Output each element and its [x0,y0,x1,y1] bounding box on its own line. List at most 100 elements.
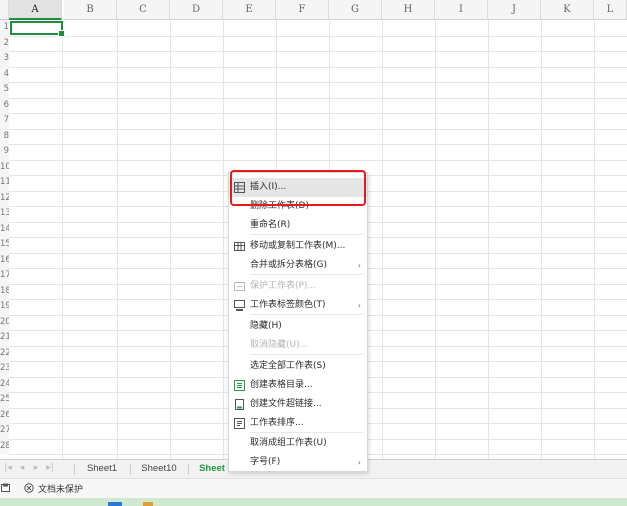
column-header-j[interactable]: J [488,0,541,20]
row-header-27[interactable]: 27 [0,423,9,439]
row-header-4[interactable]: 4 [0,66,9,82]
menu-separator [250,354,364,355]
last-sheet-arrow-icon[interactable]: ▸| [44,463,56,473]
row-header-14[interactable]: 14 [0,221,9,237]
menu-item-label: 创建文件超链接... [250,399,322,409]
taskbar-app-icon[interactable] [143,502,153,506]
column-header-e[interactable]: E [223,0,276,20]
next-sheet-arrow-icon[interactable]: ▸ [30,463,42,473]
row-header-5[interactable]: 5 [0,82,9,98]
row-header-25[interactable]: 25 [0,392,9,408]
tab-separator [130,464,131,475]
column-header-l[interactable]: L [594,0,627,20]
column-header-g[interactable]: G [329,0,382,20]
column-header-k[interactable]: K [541,0,594,20]
menu-item-font-size[interactable]: 字号(F) › [229,453,367,472]
menu-item-rename[interactable]: 重命名(R) [229,216,367,235]
row-header-7[interactable]: 7 [0,113,9,129]
row-header-23[interactable]: 23 [0,361,9,377]
row-gridline [9,66,627,68]
column-header-i[interactable]: I [435,0,488,20]
menu-item-tab-color[interactable]: 工作表标签颜色(T) › [229,296,367,315]
select-all-corner[interactable] [0,0,9,20]
menu-item-label: 取消隐藏(U)... [250,340,309,350]
menu-item-sort-sheets[interactable]: 工作表排序... [229,414,367,433]
row-header-11[interactable]: 11 [0,175,9,191]
active-cell-a1[interactable] [10,21,65,37]
taskbar-app-icon[interactable] [108,502,122,506]
column-gridline [62,20,63,459]
menu-item-label: 合并或拆分表格(G) [250,260,327,270]
document-protection-status[interactable]: 文档未保护 [38,482,83,495]
row-header-24[interactable]: 24 [0,376,9,392]
row-gridline [9,113,627,114]
row-header-2[interactable]: 2 [0,35,9,51]
taskbar-strip [0,498,627,506]
row-header-9[interactable]: 9 [0,144,9,160]
menu-item-label: 工作表标签颜色(T) [250,300,326,310]
row-header-28[interactable]: 28 [0,438,9,454]
menu-item-create-file-hyperlink[interactable]: 创建文件超链接... [229,395,367,414]
menu-item-label: 工作表排序... [250,418,304,428]
column-header-c[interactable]: C [117,0,170,20]
row-header-15[interactable]: 15 [0,237,9,253]
column-gridline [541,20,542,459]
sheet-sort-icon [234,418,245,429]
table-directory-icon [234,380,245,391]
column-gridline [488,20,489,459]
menu-item-unhide: 取消隐藏(U)... [229,336,367,355]
column-gridline [594,20,595,459]
sheet-tab-sheet1[interactable]: Sheet1 [78,460,126,478]
column-header-f[interactable]: F [276,0,329,20]
unprotected-doc-icon[interactable] [24,483,34,493]
row-header-26[interactable]: 26 [0,407,9,423]
row-header-17[interactable]: 17 [0,268,9,284]
save-status-icon[interactable] [1,483,10,493]
menu-separator [250,314,364,315]
row-header-10[interactable]: 10 [0,159,9,175]
row-gridline [9,82,627,83]
menu-separator [250,234,364,235]
menu-item-label: 重命名(R) [250,220,291,230]
column-header-b[interactable]: B [64,0,117,20]
menu-item-select-all-sheets[interactable]: 选定全部工作表(S) [229,357,367,376]
menu-item-create-table-directory[interactable]: 创建表格目录... [229,376,367,395]
row-gridline [9,51,627,52]
column-header-a[interactable]: A [9,0,62,20]
column-gridline [223,20,224,459]
column-gridline [117,20,118,459]
row-header-20[interactable]: 20 [0,314,9,330]
menu-item-ungroup-sheets[interactable]: 取消成组工作表(U) [229,434,367,453]
row-header-12[interactable]: 12 [0,190,9,206]
row-header-18[interactable]: 18 [0,283,9,299]
tab-color-icon [234,300,245,311]
column-header-d[interactable]: D [170,0,223,20]
first-sheet-arrow-icon[interactable]: |◂ [2,463,14,473]
menu-item-label: 创建表格目录... [250,380,313,390]
menu-item-hide[interactable]: 隐藏(H) [229,317,367,336]
row-gridline [9,97,627,99]
sheet-tab-context-menu: 插入(I)... 删除工作表(D) 重命名(R) 移动或复制工作表(M)... 合并或拆… [228,172,368,472]
row-header-19[interactable]: 19 [0,299,9,315]
sheet-tab-active[interactable]: Sheet [192,460,232,478]
row-header-8[interactable]: 8 [0,128,9,144]
protect-sheet-icon [234,281,245,292]
row-header-1[interactable]: 1 [0,20,9,36]
row-header-22[interactable]: 22 [0,345,9,361]
prev-sheet-arrow-icon[interactable]: ◂ [16,463,28,473]
menu-item-merge-split-table[interactable]: 合并或拆分表格(G) › [229,256,367,275]
submenu-arrow-icon: › [357,301,361,310]
row-header-13[interactable]: 13 [0,206,9,222]
menu-item-label: 字号(F) [250,457,281,467]
row-gridline [9,128,627,130]
column-gridline [382,20,383,459]
menu-item-protect-sheet: 保护工作表(P)... [229,277,367,296]
sheet-tab-sheet10[interactable]: Sheet10 [134,460,184,478]
row-header-16[interactable]: 16 [0,252,9,268]
row-header-21[interactable]: 21 [0,330,9,346]
menu-item-move-copy-sheet[interactable]: 移动或复制工作表(M)... [229,237,367,256]
menu-item-label: 保护工作表(P)... [250,281,317,291]
row-header-6[interactable]: 6 [0,97,9,113]
row-header-3[interactable]: 3 [0,51,9,67]
column-header-h[interactable]: H [382,0,435,20]
